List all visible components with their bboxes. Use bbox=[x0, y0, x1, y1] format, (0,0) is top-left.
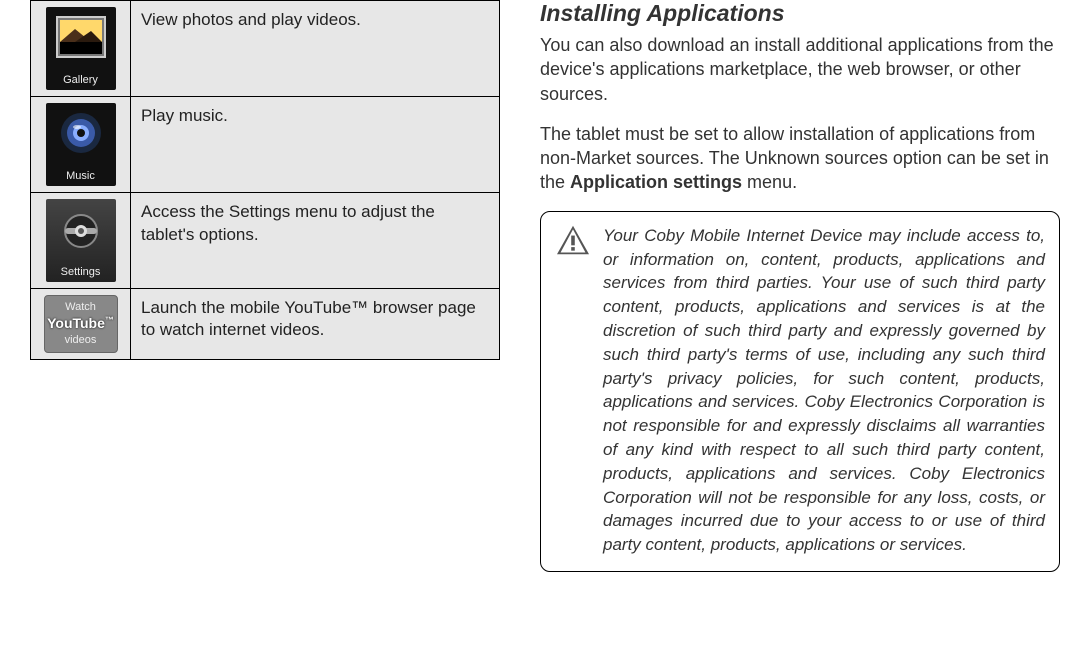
table-row: Settings Access the Settings menu to adj… bbox=[31, 192, 500, 288]
icon-cell-music: Music bbox=[31, 96, 131, 192]
paragraph-2: The tablet must be set to allow installa… bbox=[540, 122, 1060, 195]
youtube-label-top: Watch bbox=[45, 300, 117, 315]
youtube-label-bot: videos bbox=[45, 333, 117, 348]
youtube-icon: Watch YouTube™ videos bbox=[44, 295, 118, 354]
gallery-desc: View photos and play videos. bbox=[131, 1, 500, 97]
icon-cell-youtube: Watch YouTube™ videos bbox=[31, 288, 131, 360]
youtube-label-mid: YouTube™ bbox=[45, 314, 117, 333]
settings-icon-label: Settings bbox=[46, 265, 116, 280]
warning-callout: Your Coby Mobile Internet Device may inc… bbox=[540, 211, 1060, 572]
right-column: Installing Applications You can also dow… bbox=[520, 0, 1090, 669]
settings-icon: Settings bbox=[46, 199, 116, 282]
paragraph-1: You can also download an install additio… bbox=[540, 33, 1060, 106]
para2-bold: Application settings bbox=[570, 172, 742, 192]
icon-cell-settings: Settings bbox=[31, 192, 131, 288]
left-column: Gallery View photos and play videos. Mus… bbox=[0, 0, 520, 669]
table-row: Gallery View photos and play videos. bbox=[31, 1, 500, 97]
section-heading: Installing Applications bbox=[540, 0, 1060, 27]
warning-icon bbox=[555, 224, 591, 256]
music-icon: Music bbox=[46, 103, 116, 186]
settings-desc: Access the Settings menu to adjust the t… bbox=[131, 192, 500, 288]
table-row: Watch YouTube™ videos Launch the mobile … bbox=[31, 288, 500, 360]
para2-post: menu. bbox=[742, 172, 797, 192]
gallery-icon: Gallery bbox=[46, 7, 116, 90]
table-row: Music Play music. bbox=[31, 96, 500, 192]
gallery-icon-label: Gallery bbox=[46, 73, 116, 88]
icon-cell-gallery: Gallery bbox=[31, 1, 131, 97]
youtube-desc: Launch the mobile YouTube™ browser page … bbox=[131, 288, 500, 360]
music-desc: Play music. bbox=[131, 96, 500, 192]
apps-table: Gallery View photos and play videos. Mus… bbox=[30, 0, 500, 360]
callout-text: Your Coby Mobile Internet Device may inc… bbox=[603, 224, 1045, 557]
music-icon-label: Music bbox=[46, 169, 116, 184]
